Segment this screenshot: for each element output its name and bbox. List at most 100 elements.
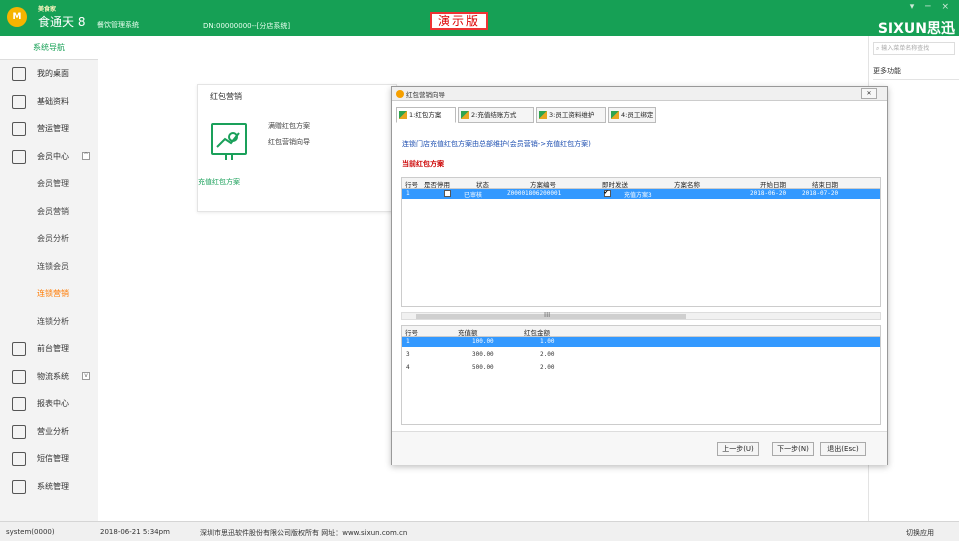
link-full-gift-plan[interactable]: 满赠红包方案 [268, 121, 310, 131]
tab-staff-binding[interactable]: 4:员工绑定 [608, 107, 656, 123]
tab-icon [399, 111, 407, 119]
switch-app-button[interactable]: 切换应用 [906, 528, 934, 538]
disabled-checkbox[interactable] [444, 190, 451, 197]
col-start-date: 开始日期 [760, 181, 786, 189]
menu-search-input[interactable]: ⌕ 输入菜单名称查找 [873, 42, 955, 55]
sidebar-item[interactable]: 我的桌面 [0, 60, 98, 88]
sidebar-item-label: 营业分析 [37, 426, 69, 436]
mail-icon [12, 452, 26, 466]
col-disabled: 是否停用 [424, 181, 450, 189]
sidebar-item[interactable]: 营运管理 [0, 115, 98, 143]
sidebar-item-label: 连锁营销 [37, 289, 69, 298]
table-row[interactable]: 1 100.00 1.00 [402, 337, 880, 347]
tab-staff-info[interactable]: 3:员工资料维护 [536, 107, 606, 123]
cell-bonus: 1.00 [540, 338, 555, 345]
cell-amount: 500.00 [472, 364, 494, 371]
cell-start: 2018-06-20 [750, 190, 787, 197]
sidebar-item[interactable]: 系统管理 [0, 473, 98, 501]
instant-checkbox[interactable] [604, 188, 611, 197]
presentation-icon[interactable] [211, 123, 247, 155]
sidebar-item[interactable]: 连锁营销 [0, 280, 98, 308]
sidebar-item[interactable]: 会员营销 [0, 198, 98, 226]
tab-label: 4:员工绑定 [621, 111, 654, 119]
cell-name: 充值方案3 [624, 192, 652, 199]
cell-end: 2018-07-20 [802, 190, 839, 197]
sidebar-item[interactable]: 报表中心 [0, 390, 98, 418]
dn-info: DN:00000000--[分店系统] [203, 22, 291, 30]
window-controls[interactable]: ▾ ─ × [910, 2, 953, 12]
settings-icon [12, 479, 26, 494]
recharge-plan-label[interactable]: 充值红包方案 [198, 177, 240, 187]
dialog-title: 红包营销向导 [406, 91, 445, 99]
next-button[interactable]: 下一步(N) [772, 442, 814, 456]
scroll-grip-icon: III [544, 311, 551, 319]
cell-amount: 300.00 [472, 351, 494, 358]
sidebar-item[interactable]: 营业分析 [0, 418, 98, 446]
sidebar-item[interactable]: 短信管理 [0, 445, 98, 473]
sidebar-item-label: 会员分析 [37, 234, 69, 243]
table-row[interactable]: 3 300.00 2.00 [402, 350, 880, 360]
sidebar-item[interactable]: 会员中心 ^ [0, 143, 98, 171]
chevron-up-icon[interactable]: ^ [82, 151, 90, 160]
dialog-titlebar: 红包营销向导 ✕ [392, 87, 887, 101]
sidebar-item-label: 连锁分析 [37, 316, 69, 326]
demo-badge: 演示版 [430, 12, 488, 30]
col-status: 状态 [476, 181, 489, 189]
sidebar: 系统导航 我的桌面基础资料营运管理 会员中心 ^ 会员管理会员营销会员分析连锁会员连锁… [0, 36, 98, 521]
cell-code: Z00001806200001 [507, 190, 562, 197]
sidebar-item-label: 物流系统 [37, 371, 69, 381]
red-packet-card: 红包营销 满赠红包方案 红包营销向导 充值红包方案 [197, 84, 397, 212]
sidebar-item[interactable]: 会员分析 [0, 225, 98, 253]
plan-grid[interactable]: 行号 是否停用 状态 方案编号 即时发送 方案名称 开始日期 结束日期 1 已审… [401, 177, 881, 307]
cell-no: 1 [406, 190, 410, 197]
cart-icon [12, 369, 26, 384]
wizard-button-bar: 上一步(U) 下一步(N) 退出(Esc) [392, 431, 887, 465]
prev-button[interactable]: 上一步(U) [717, 442, 759, 456]
sidebar-item[interactable]: 物流系统 v [0, 363, 98, 391]
close-button[interactable]: ✕ [861, 88, 877, 99]
app-logo-icon: M [7, 7, 27, 27]
logo-small-text: 美食家 [38, 6, 57, 13]
cell-no: 1 [406, 338, 410, 345]
card-title: 红包营销 [210, 92, 242, 101]
tab-icon [539, 111, 547, 119]
section-title: 当前红包方案 [402, 160, 444, 168]
table-row[interactable]: 4 500.00 2.00 [402, 363, 880, 373]
cell-bonus: 2.00 [540, 364, 555, 371]
sidebar-item[interactable]: 基础资料 [0, 88, 98, 116]
table-row[interactable]: 1 已审核 Z00001806200001 充值方案3 2018-06-20 2… [402, 188, 880, 199]
sidebar-item-label: 会员管理 [37, 179, 69, 188]
brand-logo: SIXUN思迅 [877, 21, 955, 37]
sidebar-item-label: 连锁会员 [37, 261, 69, 271]
chevron-down-icon[interactable]: v [82, 371, 90, 380]
exit-button[interactable]: 退出(Esc) [820, 442, 866, 456]
sidebar-item[interactable]: 前台管理 [0, 335, 98, 363]
cell-no: 4 [406, 364, 410, 371]
status-copyright: 深圳市思迅软件股份有限公司版权所有 网址：www.sixun.com.cn [200, 529, 408, 537]
tab-red-packet-plan[interactable]: 1:红包方案 [396, 107, 456, 123]
more-functions[interactable]: 更多功能 [873, 66, 959, 80]
cell-status: 已审核 [464, 192, 483, 199]
sidebar-item[interactable]: 连锁分析 [0, 308, 98, 336]
scroll-thumb[interactable] [416, 314, 686, 319]
tier-grid[interactable]: 行号 充值额 红包金额 1 100.00 1.00 3 300.00 2.00 … [401, 325, 881, 425]
cell-no: 3 [406, 351, 410, 358]
cell-amount: 100.00 [472, 338, 494, 345]
sidebar-item-label: 会员营销 [37, 206, 69, 216]
sidebar-item-label: 我的桌面 [37, 69, 69, 78]
link-red-packet-wizard[interactable]: 红包营销向导 [268, 137, 310, 147]
sidebar-item-label: 系统管理 [37, 481, 69, 491]
sidebar-item-label: 基础资料 [37, 96, 69, 106]
document-icon [12, 94, 26, 109]
tier-grid-header: 行号 充值额 红包金额 [402, 326, 880, 337]
status-user: system(0000) [6, 528, 55, 536]
sidebar-item[interactable]: 会员管理 [0, 170, 98, 198]
sidebar-header: 系统导航 [0, 36, 98, 60]
horizontal-scrollbar[interactable]: III [401, 311, 881, 320]
chart-icon [12, 122, 26, 136]
tab-recharge-payment[interactable]: 2:充值结账方式 [458, 107, 534, 123]
col-end-date: 结束日期 [812, 181, 838, 189]
pos-icon [12, 342, 26, 356]
app-subtitle: 餐饮管理系统 [97, 21, 139, 29]
sidebar-item[interactable]: 连锁会员 [0, 253, 98, 281]
